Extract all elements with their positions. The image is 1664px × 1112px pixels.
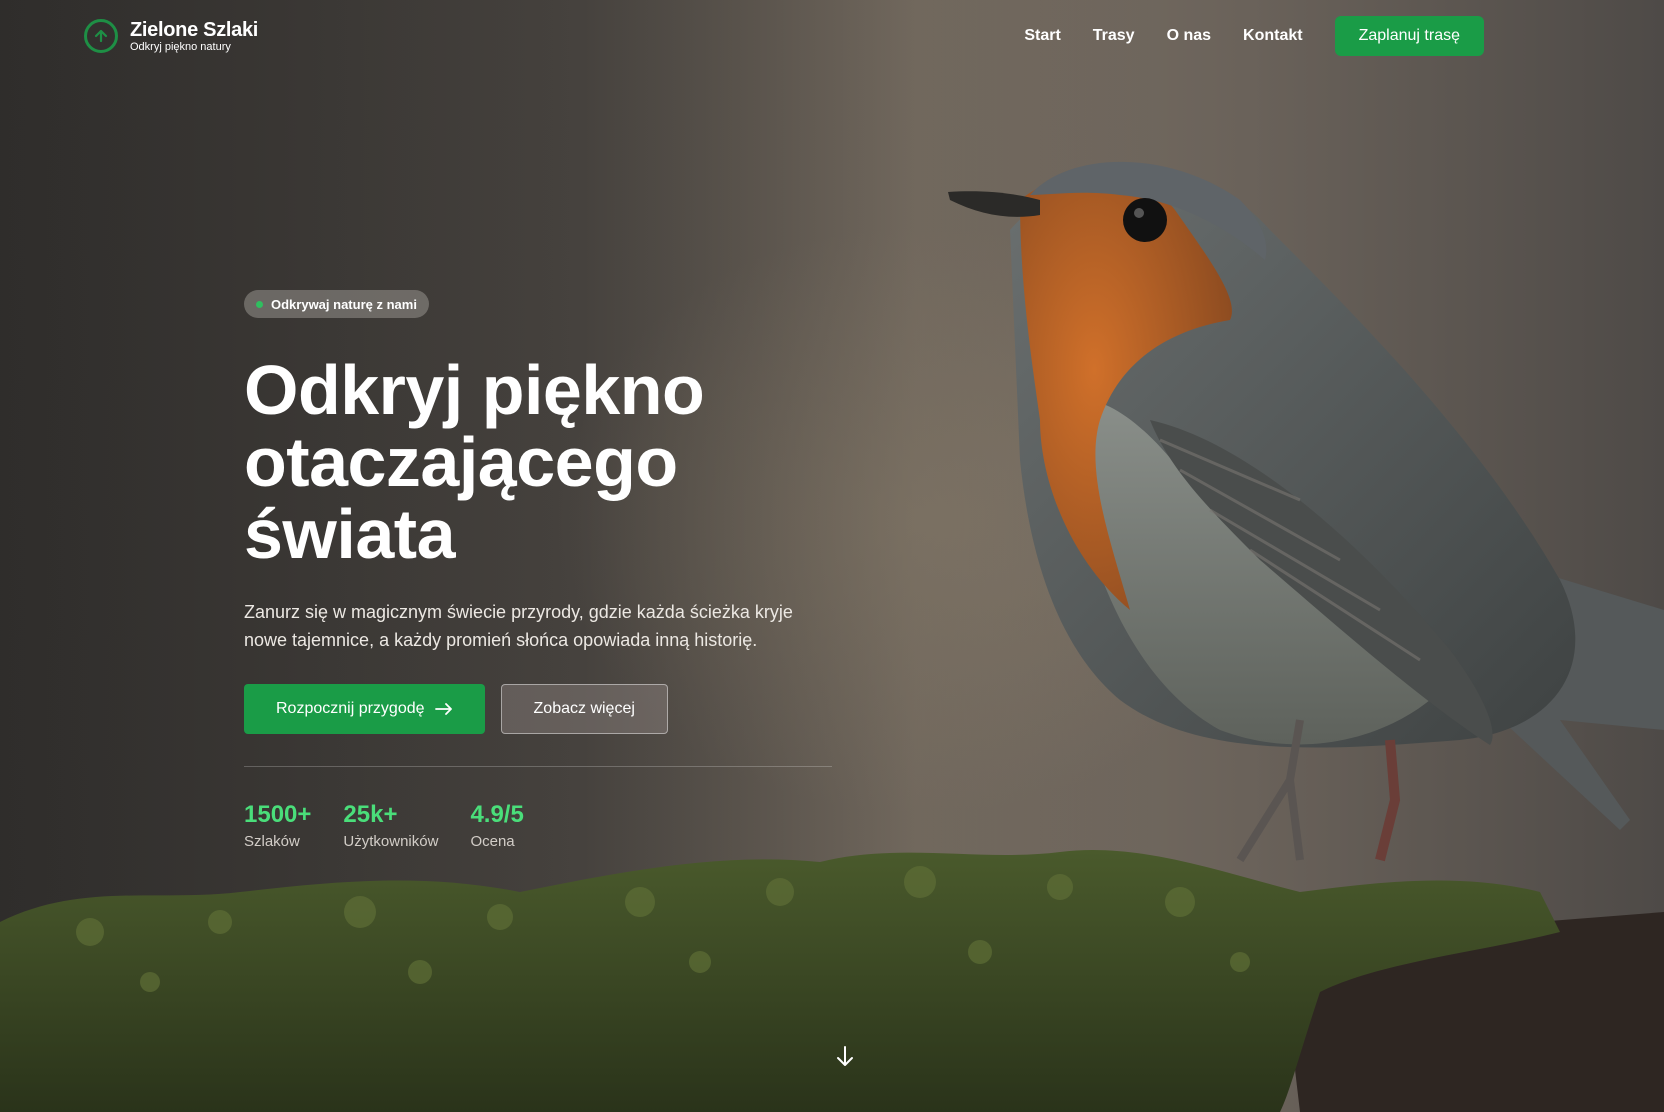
site-header: Zielone Szlaki Odkryj piękno natury Star… [0, 0, 1664, 72]
stat-value: 25k+ [343, 801, 398, 828]
stat-users: 25k+ Użytkowników [343, 801, 438, 850]
stat-label: Użytkowników [343, 833, 439, 850]
stat-label: Szlaków [244, 833, 300, 850]
hero-description: Zanurz się w magicznym świecie przyrody,… [244, 602, 793, 650]
nav-item-trasy[interactable]: Trasy [1093, 27, 1135, 45]
stat-rating: 4.9/5 Ocena [470, 801, 523, 850]
moss-foreground-image [0, 850, 1664, 1112]
brand[interactable]: Zielone Szlaki Odkryj piękno natury [84, 19, 258, 54]
hero-badge: Odkrywaj naturę z nami [244, 290, 429, 318]
hero-badge-label: Odkrywaj naturę z nami [271, 296, 417, 312]
start-adventure-button[interactable]: Rozpocznij przygodę [244, 684, 485, 734]
stat-value: 4.9/5 [470, 801, 524, 828]
arrow-up-circle-icon [84, 19, 118, 53]
headline-line-2: otaczającego [244, 423, 678, 501]
plan-route-button[interactable]: Zaplanuj trasę [1334, 16, 1484, 56]
brand-subtitle: Odkryj piękno natury [130, 40, 231, 53]
start-adventure-label: Rozpocznij przygodę [276, 700, 425, 717]
nav-item-kontakt[interactable]: Kontakt [1243, 27, 1303, 45]
hero-actions: Rozpocznij przygodę Zobacz więcej [244, 684, 834, 734]
main-nav: Start Trasy O nas Kontakt Zaplanuj trasę [1024, 16, 1484, 56]
headline-line-3: świata [244, 495, 456, 573]
divider [244, 766, 832, 767]
stat-label: Ocena [470, 833, 515, 850]
brand-title: Zielone Szlaki [130, 18, 259, 41]
hero-headline: Odkryj piękno otaczającego świata [244, 354, 834, 570]
stats: 1500+ Szlaków 25k+ Użytkowników 4.9/5 Oc… [244, 801, 834, 850]
see-more-button[interactable]: Zobacz więcej [500, 684, 668, 734]
nav-item-o-nas[interactable]: O nas [1167, 27, 1211, 45]
stat-trails: 1500+ Szlaków [244, 801, 311, 850]
nav-item-start[interactable]: Start [1024, 27, 1060, 45]
arrow-right-icon [434, 703, 452, 715]
status-dot-icon [256, 300, 263, 308]
stat-value: 1500+ [244, 801, 312, 828]
arrow-down-icon[interactable] [836, 1045, 854, 1067]
hero-content: Odkrywaj naturę z nami Odkryj piękno ota… [244, 290, 834, 850]
headline-line-1: Odkryj piękno [244, 351, 705, 429]
hero-section: Zielone Szlaki Odkryj piękno natury Star… [0, 0, 1664, 1112]
